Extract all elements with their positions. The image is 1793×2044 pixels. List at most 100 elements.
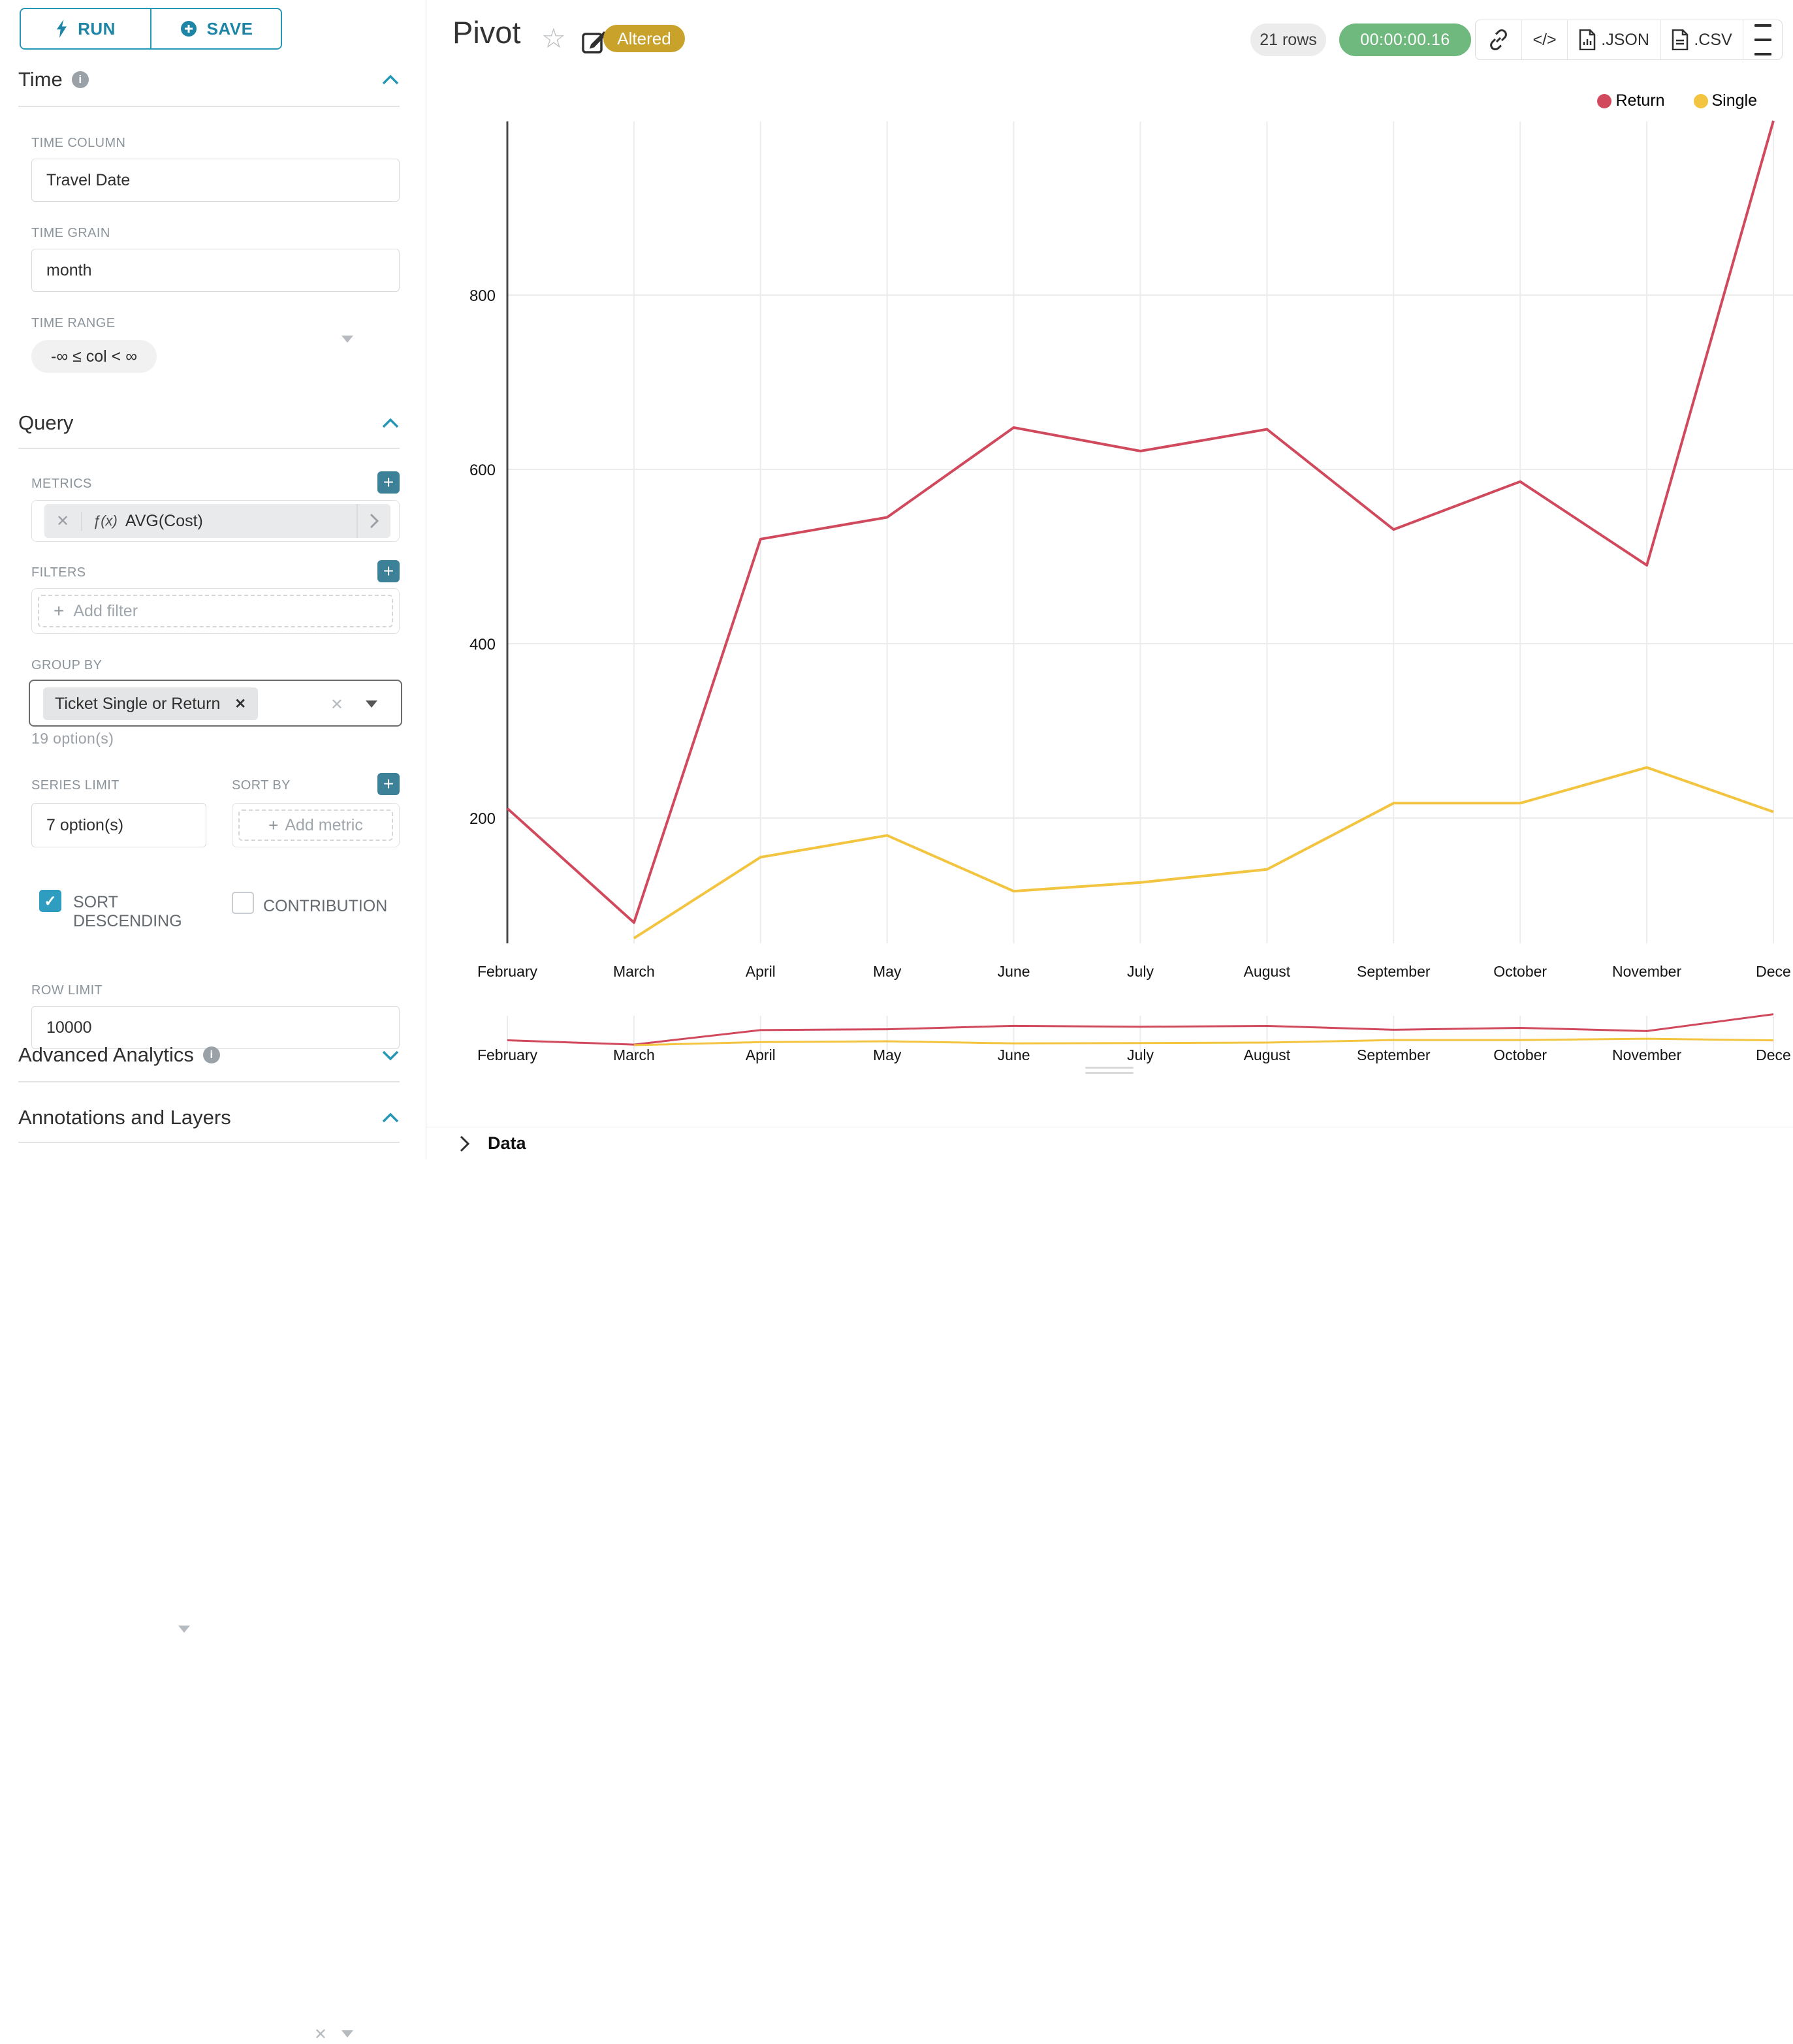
group-by-chip[interactable]: Ticket Single or Return ✕ [43, 687, 258, 720]
group-by-label: GROUP BY [31, 658, 102, 673]
svg-text:200: 200 [469, 810, 496, 828]
svg-text:Dece: Dece [1756, 1046, 1791, 1063]
add-metric-placeholder: Add metric [285, 816, 362, 835]
line-chart[interactable]: 200 400 600 800 February February March March Ap… [426, 0, 1793, 1159]
divider [18, 1081, 400, 1082]
section-title: Advanced Analytics [18, 1043, 194, 1067]
save-button[interactable]: SAVE [150, 9, 281, 48]
chevron-right-icon [459, 1135, 471, 1153]
single-preview-line [634, 1039, 1773, 1045]
time-column-label: TIME COLUMN [31, 136, 125, 151]
info-icon[interactable]: i [203, 1046, 220, 1063]
series-limit-value: 7 option(s) [46, 816, 123, 835]
sort-by-label: SORT BY [232, 778, 291, 793]
caret-down-icon [341, 336, 353, 343]
svg-text:November: November [1612, 1046, 1681, 1063]
svg-text:Dece: Dece [1756, 963, 1791, 980]
single-line [634, 768, 1773, 939]
row-limit-value: 10000 [46, 1018, 92, 1037]
svg-text:February: February [477, 963, 538, 980]
add-sort-metric-button[interactable]: + [377, 773, 400, 795]
contribution-checkbox[interactable] [232, 892, 254, 914]
metric-pill[interactable]: ✕ ƒ(x) AVG(Cost) [44, 504, 390, 538]
data-panel-toggle[interactable]: Data [426, 1127, 1793, 1159]
svg-text:October: October [1493, 963, 1547, 980]
section-header-annotations[interactable]: Annotations and Layers [18, 1106, 400, 1129]
svg-text:July: July [1127, 1046, 1154, 1063]
clear-all-icon[interactable]: ✕ [330, 695, 343, 714]
svg-text:August: August [1244, 1046, 1291, 1063]
divider [18, 448, 400, 449]
x-icon[interactable]: ✕ [314, 2025, 327, 2044]
time-range-value: -∞ ≤ col < ∞ [51, 347, 137, 366]
svg-text:March: March [613, 963, 655, 980]
chart-container: Pivot ☆ Altered 21 rows 00:00:00.16 </> … [426, 0, 1793, 1159]
svg-text:June: June [998, 1046, 1030, 1063]
divider [18, 106, 400, 107]
remove-metric-icon[interactable]: ✕ [44, 512, 82, 531]
svg-text:February: February [477, 1046, 538, 1063]
svg-text:800: 800 [469, 287, 496, 305]
plus-icon: + [268, 815, 278, 836]
metric-value: AVG(Cost) [125, 512, 203, 531]
section-title: Query [18, 411, 73, 435]
svg-text:August: August [1244, 963, 1291, 980]
chevron-up-icon[interactable] [381, 1112, 400, 1124]
sort-descending-label: SORT DESCENDING [73, 893, 178, 931]
time-range-pill[interactable]: -∞ ≤ col < ∞ [31, 340, 157, 373]
add-filter-dropzone[interactable]: + Add filter [38, 595, 393, 627]
svg-text:November: November [1612, 963, 1681, 980]
series-limit-label: SERIES LIMIT [31, 778, 119, 793]
svg-text:July: July [1127, 963, 1154, 980]
add-sort-metric-dropzone[interactable]: + Add metric [238, 810, 393, 841]
section-header-advanced-analytics[interactable]: Advanced Analytics i [18, 1043, 400, 1067]
time-grain-label: TIME GRAIN [31, 226, 110, 241]
caret-down-icon [178, 1626, 190, 1633]
run-button-label: RUN [78, 19, 116, 39]
section-header-query[interactable]: Query [18, 411, 400, 435]
sort-descending-checkbox[interactable]: ✓ [39, 890, 61, 912]
time-grain-select[interactable]: month ✕ [31, 249, 400, 292]
series-limit-select[interactable]: 7 option(s) [31, 803, 206, 847]
add-metric-button[interactable]: + [377, 471, 400, 494]
chevron-down-icon[interactable] [381, 1050, 400, 1061]
svg-text:May: May [873, 963, 902, 980]
section-title: Time [18, 68, 63, 91]
svg-text:March: March [613, 1046, 655, 1063]
section-header-time[interactable]: Time i [18, 68, 400, 91]
plus-circle-icon [180, 20, 198, 38]
run-button[interactable]: RUN [21, 9, 150, 48]
svg-text:April: April [746, 1046, 776, 1063]
bolt-icon [56, 20, 69, 38]
chevron-right-icon[interactable] [357, 504, 390, 538]
chip-remove-icon[interactable]: ✕ [234, 696, 246, 712]
filters-label: FILTERS [31, 565, 86, 580]
svg-text:600: 600 [469, 462, 496, 479]
chevron-up-icon[interactable] [381, 418, 400, 429]
section-title: Annotations and Layers [18, 1106, 231, 1129]
save-button-label: SAVE [207, 19, 253, 39]
data-panel-label: Data [488, 1133, 526, 1154]
svg-text:September: September [1357, 1046, 1431, 1063]
contribution-label: CONTRIBUTION [263, 897, 387, 916]
svg-text:September: September [1357, 963, 1431, 980]
drag-handle[interactable] [1085, 1067, 1134, 1077]
svg-text:October: October [1493, 1046, 1547, 1063]
time-grain-value: month [46, 261, 91, 280]
svg-text:400: 400 [469, 636, 496, 653]
control-panel: RUN SAVE Time i TIME COLUMN Travel Date … [0, 0, 426, 1159]
time-column-select[interactable]: Travel Date [31, 159, 400, 202]
run-save-button-group: RUN SAVE [20, 8, 282, 50]
chevron-up-icon[interactable] [381, 74, 400, 86]
svg-text:June: June [998, 963, 1030, 980]
info-icon[interactable]: i [72, 71, 89, 88]
divider [18, 1142, 400, 1143]
metrics-label: METRICS [31, 477, 92, 492]
svg-text:May: May [873, 1046, 902, 1063]
chip-label: Ticket Single or Return [55, 695, 220, 714]
options-hint: 19 option(s) [31, 730, 114, 747]
plus-icon: + [54, 601, 64, 621]
caret-down-icon [341, 2030, 353, 2037]
row-limit-label: ROW LIMIT [31, 983, 103, 998]
add-filter-button[interactable]: + [377, 560, 400, 582]
